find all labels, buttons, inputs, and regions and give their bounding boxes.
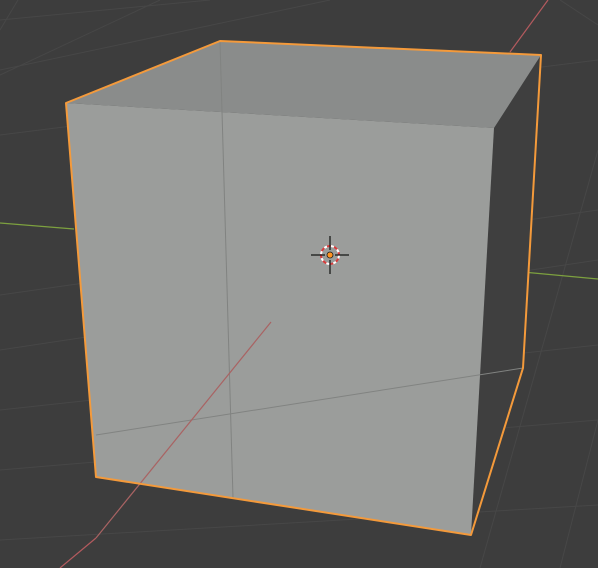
3d-viewport[interactable]: [0, 0, 598, 568]
cube-object[interactable]: [65, 40, 542, 539]
cube-front-face: [66, 103, 494, 535]
viewport-canvas[interactable]: [0, 0, 598, 568]
object-origin-dot: [326, 251, 334, 259]
